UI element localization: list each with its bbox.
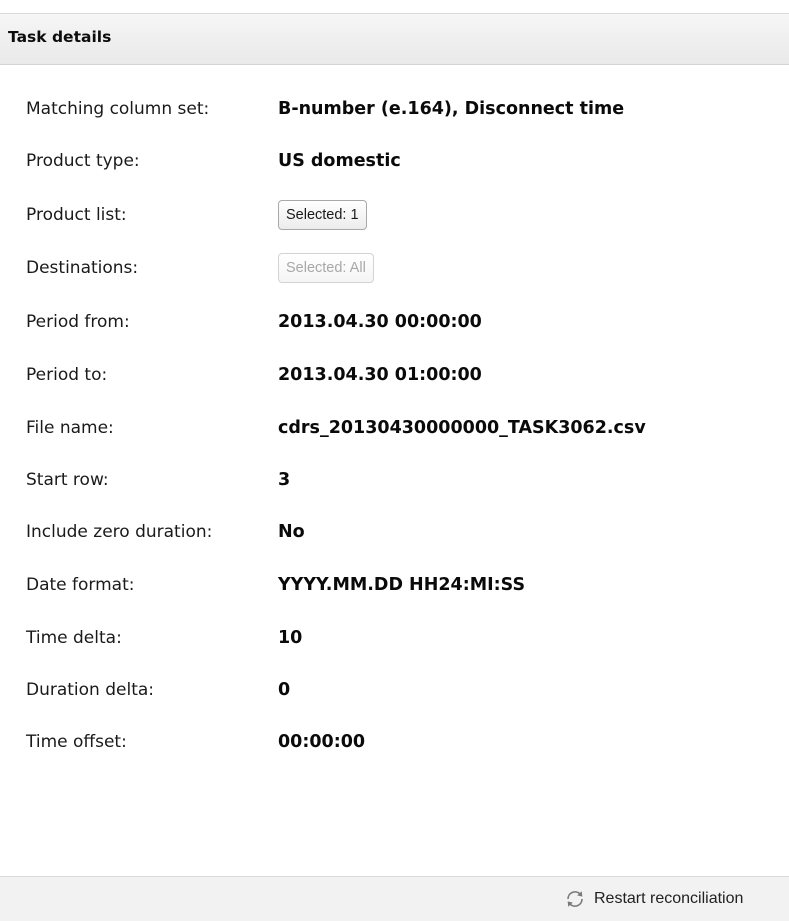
field-file-name: File name: cdrs_20130430000000_TASK3062.… — [0, 408, 789, 448]
field-value: 0 — [278, 680, 291, 700]
field-value: 2013.04.30 00:00:00 — [278, 312, 482, 332]
field-include-zero-duration: Include zero duration: No — [0, 512, 789, 552]
field-label: Product list: — [26, 205, 127, 225]
field-duration-delta: Duration delta: 0 — [0, 670, 789, 710]
field-product-list: Product list: Selected: 1 — [0, 195, 789, 235]
task-details-panel: Task details Matching column set: B-numb… — [0, 0, 789, 921]
field-period-to: Period to: 2013.04.30 01:00:00 — [0, 355, 789, 395]
destinations-button: Selected: All — [278, 253, 374, 283]
field-label: Date format: — [26, 575, 135, 595]
field-value: 00:00:00 — [278, 732, 366, 752]
field-label: Start row: — [26, 470, 109, 490]
field-date-format: Date format: YYYY.MM.DD HH24:MI:SS — [0, 565, 789, 605]
field-value: 10 — [278, 628, 303, 648]
refresh-icon — [567, 891, 583, 907]
field-label: Period to: — [26, 365, 108, 385]
field-label: Include zero duration: — [26, 522, 213, 542]
field-matching-column-set: Matching column set: B-number (e.164), D… — [0, 89, 789, 129]
field-value: YYYY.MM.DD HH24:MI:SS — [278, 575, 526, 595]
field-value: cdrs_20130430000000_TASK3062.csv — [278, 418, 646, 438]
field-label: Time offset: — [26, 732, 127, 752]
field-period-from: Period from: 2013.04.30 00:00:00 — [0, 302, 789, 342]
field-time-offset: Time offset: 00:00:00 — [0, 722, 789, 762]
field-product-type: Product type: US domestic — [0, 141, 789, 181]
field-label: Product type: — [26, 151, 140, 171]
field-value: US domestic — [278, 151, 401, 171]
field-label: Duration delta: — [26, 680, 155, 700]
panel-footer: Restart reconciliation — [0, 876, 789, 921]
field-value: No — [278, 522, 305, 542]
field-destinations: Destinations: Selected: All — [0, 248, 789, 288]
restart-reconciliation-label: Restart reconciliation — [594, 890, 744, 907]
field-label: File name: — [26, 418, 114, 438]
product-list-button[interactable]: Selected: 1 — [278, 200, 367, 230]
field-value: B-number (e.164), Disconnect time — [278, 99, 625, 119]
field-label: Time delta: — [26, 628, 122, 648]
restart-reconciliation-button[interactable]: Restart reconciliation — [564, 886, 743, 912]
field-value: 2013.04.30 01:00:00 — [278, 365, 482, 385]
field-time-delta: Time delta: 10 — [0, 618, 789, 658]
field-label: Matching column set: — [26, 99, 210, 119]
field-value: 3 — [278, 470, 291, 490]
field-label: Destinations: — [26, 258, 139, 278]
field-start-row: Start row: 3 — [0, 460, 789, 500]
panel-title: Task details — [8, 28, 112, 46]
panel-header: Task details — [0, 13, 789, 65]
field-label: Period from: — [26, 312, 130, 332]
